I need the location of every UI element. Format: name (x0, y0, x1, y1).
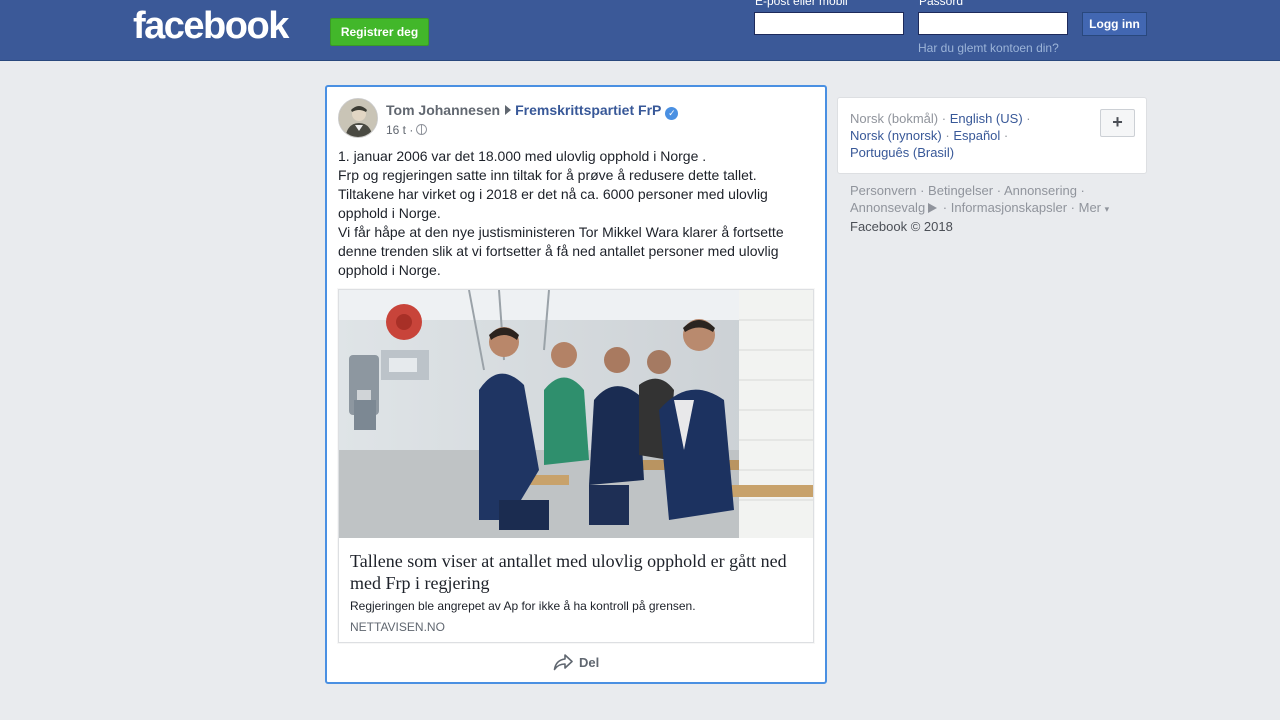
footer-link-more[interactable]: Mer (1079, 200, 1101, 215)
language-list: Norsk (bokmål) · English (US) · Norsk (n… (850, 111, 1031, 160)
language-english[interactable]: English (US) (950, 111, 1023, 126)
author-name[interactable]: Tom Johannesen (386, 102, 500, 118)
share-button[interactable]: Del (553, 653, 599, 673)
facebook-logo[interactable]: facebook (133, 5, 289, 47)
register-button[interactable]: Registrer deg (330, 18, 429, 46)
footer-link-privacy[interactable]: Personvern (850, 183, 916, 198)
language-nynorsk[interactable]: Norsk (nynorsk) (850, 128, 942, 143)
post-text-line: Frp og regjeringen satte inn tiltak for … (338, 167, 757, 183)
post-time[interactable]: 16 t (386, 123, 406, 137)
link-preview-image[interactable] (339, 290, 813, 538)
post-text-line: Tiltakene har virket og i 2018 er det nå… (338, 186, 768, 221)
footer-link-adchoices[interactable]: Annonsevalg (850, 200, 925, 215)
post-card: Tom Johannesen Fremskrittspartiet FrP ✓ 16… (325, 85, 827, 684)
footer-links: Personvern · Betingelser · Annonsering ·… (850, 183, 1110, 234)
post-header: Tom Johannesen Fremskrittspartiet FrP ✓ (386, 101, 679, 120)
footer-link-advertising[interactable]: Annonsering (1004, 183, 1077, 198)
more-languages-button[interactable]: + (1100, 109, 1135, 137)
language-portugues[interactable]: Português (Brasil) (850, 145, 954, 160)
verified-badge-icon: ✓ (665, 107, 679, 120)
post-text-line: 1. januar 2006 var det 18.000 med ulovli… (338, 148, 707, 164)
top-bar: facebook Registrer deg E-post eller mobi… (0, 0, 1280, 61)
language-espanol[interactable]: Español (953, 128, 1000, 143)
current-language: Norsk (bokmål) (850, 111, 939, 126)
post-text-line: Vi får håpe at den nye justisministeren … (338, 224, 784, 278)
email-label: E-post eller mobil (755, 0, 848, 8)
chevron-down-icon: ▾ (1104, 204, 1110, 214)
share-icon (553, 654, 573, 671)
post-meta: 16 t · (386, 122, 428, 138)
footer-link-cookies[interactable]: Informasjonskapsler (951, 200, 1067, 215)
password-input[interactable] (918, 12, 1068, 35)
link-preview-card[interactable]: Tallene som viser at antallet med ulovli… (338, 289, 814, 643)
link-domain: NETTAVISEN.NO (350, 620, 445, 634)
forgot-account-link[interactable]: Har du glemt kontoen din? (918, 41, 1059, 55)
author-avatar[interactable] (338, 98, 378, 138)
link-title[interactable]: Tallene som viser at antallet med ulovli… (350, 550, 805, 594)
share-label: Del (579, 655, 600, 670)
page-name[interactable]: Fremskrittspartiet FrP (515, 102, 661, 118)
post-text: 1. januar 2006 var det 18.000 med ulovli… (338, 147, 808, 280)
copyright: Facebook © 2018 (850, 219, 953, 234)
password-label: Passord (919, 0, 964, 8)
link-description: Regjeringen ble angrepet av Ap for ikke … (350, 599, 696, 613)
email-input[interactable] (754, 12, 904, 35)
globe-icon (416, 124, 428, 135)
shared-to-arrow-icon (505, 105, 512, 115)
login-button[interactable]: Logg inn (1082, 12, 1147, 36)
footer-link-terms[interactable]: Betingelser (928, 183, 993, 198)
language-selector: Norsk (bokmål) · English (US) · Norsk (n… (837, 97, 1147, 174)
adchoices-icon (928, 203, 938, 213)
